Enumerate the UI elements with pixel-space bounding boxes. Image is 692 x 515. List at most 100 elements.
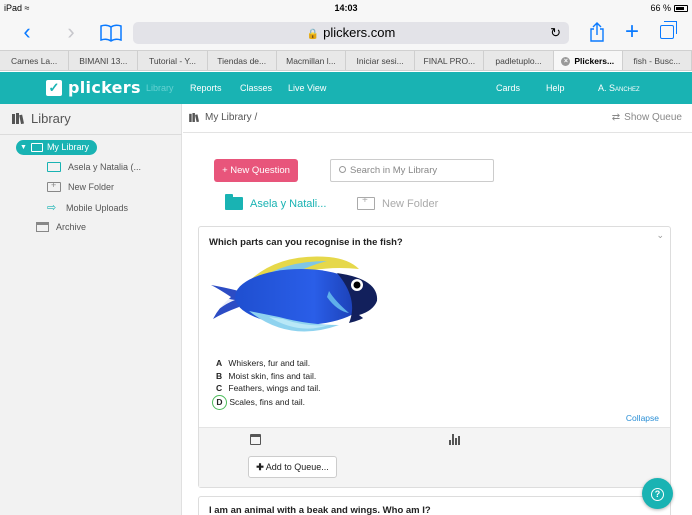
chevron-right-icon: › [67, 19, 75, 44]
library-books-icon [189, 113, 199, 122]
show-tabs-button[interactable] [656, 19, 678, 45]
folder-tile-asela[interactable]: Asela y Natali... [225, 194, 327, 210]
search-icon [339, 166, 346, 173]
brand-name: plickers [68, 78, 141, 97]
library-main: My Library / ⇄ Show Queue + New Question… [183, 104, 692, 515]
answer-item-correct: D Scales, fins and tail. [212, 394, 321, 410]
answer-list: A Whiskers, fur and tail. B Moist skin, … [212, 357, 321, 410]
browser-tab[interactable]: BIMANI 13... [69, 51, 139, 70]
help-button[interactable]: ? [642, 478, 673, 509]
browser-tab-active[interactable]: × Plickers... [553, 51, 623, 70]
address-bar[interactable]: 🔒 plickers.com ↻ [133, 22, 569, 44]
sidebar-item-folder-asela[interactable]: Asela y Natalia (... [47, 162, 141, 172]
active-tab-label: Plickers... [574, 56, 615, 66]
nav-cards[interactable]: Cards [496, 83, 520, 93]
new-tab-button[interactable]: + [621, 19, 643, 45]
add-to-queue-button[interactable]: ✚ Add to Queue... [248, 456, 337, 478]
plickers-logo[interactable]: ✓ plickers [46, 78, 141, 97]
ipad-screen: iPad ≈ 14:03 66 % ‹ › 🔒 plickers.com ↻ + … [0, 0, 692, 515]
sidebar-item-label: My Library [46, 142, 89, 152]
plus-icon: ✚ [256, 462, 264, 472]
bar-chart-icon[interactable] [449, 434, 461, 445]
reload-icon[interactable]: ↻ [550, 22, 561, 44]
browser-tab[interactable]: FINAL PRO... [415, 51, 485, 70]
breadcrumb-text[interactable]: My Library / [205, 112, 257, 123]
calendar-icon[interactable] [250, 434, 261, 445]
folder-icon [47, 162, 61, 172]
share-button[interactable] [586, 19, 608, 45]
folder-tile-label: New Folder [382, 197, 439, 210]
new-question-button[interactable]: + New Question [214, 159, 298, 182]
check-logo-icon: ✓ [46, 79, 62, 96]
new-folder-icon [357, 195, 375, 210]
question-card[interactable]: ⌄ Which parts can you recognise in the f… [198, 226, 671, 488]
battery-icon [674, 4, 688, 12]
battery-percent: 66 % [650, 3, 671, 13]
archive-icon [36, 222, 49, 232]
show-queue-label: Show Queue [624, 112, 682, 123]
upload-icon: ⇨ [47, 202, 57, 214]
new-folder-icon [47, 180, 61, 192]
sidebar-item-mobile-uploads[interactable]: ⇨ Mobile Uploads [47, 202, 128, 214]
lock-icon: 🔒 [306, 29, 320, 40]
question-card-footer: ✚ Add to Queue... [199, 427, 670, 487]
back-button[interactable]: ‹ [16, 19, 38, 45]
sidebar-item-label: Asela y Natalia (... [68, 162, 142, 172]
question-card[interactable]: I am an animal with a beak and wings. Wh… [198, 496, 671, 515]
search-input[interactable]: Search in My Library [330, 159, 494, 182]
library-books-icon [12, 113, 24, 124]
nav-help[interactable]: Help [546, 83, 565, 93]
search-placeholder: Search in My Library [350, 165, 438, 176]
close-tab-icon[interactable]: × [561, 57, 571, 67]
battery-status: 66 % [650, 3, 688, 13]
browser-tab[interactable]: fish - Busc... [623, 51, 692, 70]
add-to-queue-label: Add to Queue... [265, 462, 329, 472]
sidebar-item-label: Archive [56, 222, 87, 232]
sidebar-divider [0, 134, 182, 135]
show-queue-button[interactable]: ⇄ Show Queue [612, 112, 682, 123]
question-text: I am an animal with a beak and wings. Wh… [209, 505, 431, 515]
library-sidebar: Library ▼ My Library Asela y Natalia (..… [0, 104, 182, 515]
browser-tab[interactable]: Iniciar sesi... [346, 51, 416, 70]
bookmarks-button[interactable] [98, 19, 124, 45]
status-bar: iPad ≈ 14:03 66 % [0, 0, 692, 16]
app-nav: ✓ plickers Library Reports Classes Live … [0, 72, 692, 104]
sidebar-title: Library [12, 111, 71, 126]
folder-tile-label: Asela y Natali... [250, 197, 327, 210]
browser-tab[interactable]: Tutorial - Y... [138, 51, 208, 70]
plus-icon: + [624, 18, 639, 45]
sidebar-item-my-library[interactable]: ▼ My Library [16, 140, 97, 155]
folder-icon [225, 194, 243, 210]
fish-image [211, 256, 378, 332]
nav-classes[interactable]: Classes [240, 83, 272, 93]
sidebar-item-label: New Folder [68, 182, 115, 192]
collapse-link[interactable]: Collapse [626, 413, 659, 423]
sidebar-item-label: Mobile Uploads [66, 203, 129, 213]
question-icon: ? [651, 488, 664, 501]
answer-item: C Feathers, wings and tail. [216, 383, 321, 393]
browser-tab-strip: Carnes La... BIMANI 13... Tutorial - Y..… [0, 50, 692, 71]
calendar-arrow-icon: ⇄ [611, 112, 621, 123]
correct-answer-badge: D [212, 394, 227, 410]
sidebar-item-new-folder[interactable]: New Folder [47, 180, 115, 192]
browser-tab[interactable]: Carnes La... [0, 51, 70, 70]
answer-item: B Moist skin, fins and tail. [216, 370, 317, 381]
chevron-down-icon[interactable]: ⌄ [656, 230, 664, 241]
sidebar-item-archive[interactable]: Archive [36, 222, 86, 232]
book-icon [100, 24, 122, 42]
chevron-left-icon: ‹ [23, 19, 31, 44]
browser-tab[interactable]: Tiendas de... [208, 51, 277, 70]
caret-down-icon: ▼ [20, 144, 27, 151]
nav-library[interactable]: Library [146, 83, 174, 93]
user-menu[interactable]: A. Sanchez [598, 83, 640, 93]
browser-tab[interactable]: padletuplo... [484, 51, 554, 70]
folder-tile-new-folder[interactable]: New Folder [357, 195, 439, 210]
nav-live-view[interactable]: Live View [288, 83, 326, 93]
sidebar-title-text: Library [31, 111, 71, 126]
nav-reports[interactable]: Reports [190, 83, 222, 93]
share-icon [590, 22, 604, 42]
breadcrumb: My Library / [189, 112, 257, 123]
forward-button[interactable]: › [60, 19, 82, 45]
clock: 14:03 [334, 3, 358, 13]
browser-tab[interactable]: Macmillan l... [277, 51, 347, 70]
